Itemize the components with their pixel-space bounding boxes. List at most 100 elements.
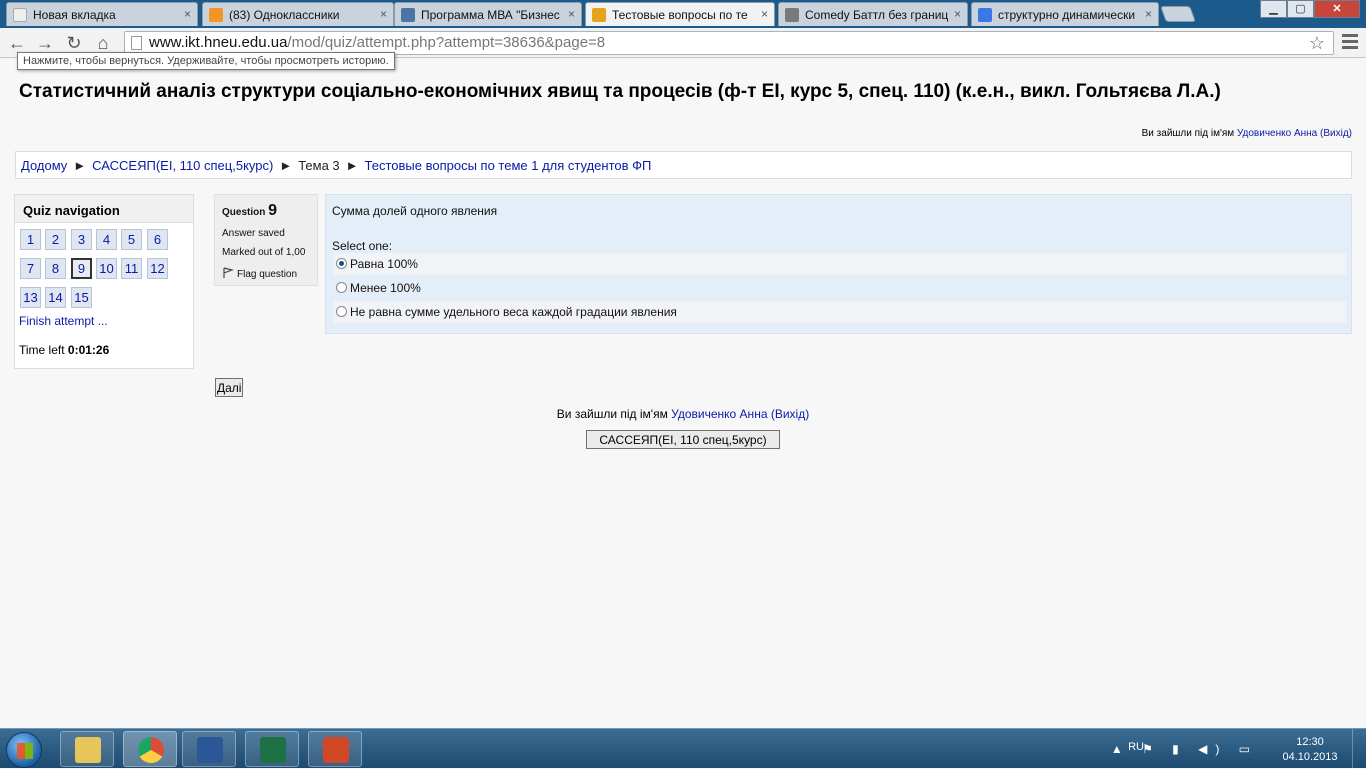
question-button-12[interactable]: 12 [147, 258, 168, 279]
taskbar: RU ▲ ⚑ ▮ ◀) ▭ 12:30 04.10.2013 [0, 728, 1366, 769]
reload-button[interactable]: ↻ [63, 32, 85, 54]
breadcrumb-home[interactable]: Додому [21, 158, 67, 173]
breadcrumb-separator: ► [73, 158, 87, 173]
close-icon[interactable]: × [1145, 7, 1152, 21]
question-button-6[interactable]: 6 [147, 229, 168, 250]
login-info-bottom: Ви зайшли під ім'ям Удовиченко Анна (Вих… [0, 407, 1366, 421]
radio-button[interactable] [336, 258, 347, 269]
logout-link[interactable]: (Вихід) [771, 407, 809, 421]
quiz-navigation-block: Quiz navigation 1 2 3 4 5 6 7 8 9 10 11 … [14, 194, 194, 369]
user-name-link[interactable]: Удовиченко Анна [671, 407, 767, 421]
question-button-7[interactable]: 7 [20, 258, 41, 279]
tray-icons[interactable]: ▲ ⚑ ▮ ◀) ▭ [1111, 742, 1258, 756]
time-left-value: 0:01:26 [67, 343, 110, 357]
question-number-value: 9 [268, 202, 278, 219]
flag-question-button[interactable]: Flag question [222, 267, 317, 280]
minimize-button[interactable]: ▁ [1260, 0, 1287, 18]
close-icon[interactable]: × [184, 7, 191, 21]
login-info-top: Ви зайшли під ім'ям Удовиченко Анна (Вих… [1142, 128, 1352, 139]
clock[interactable]: 12:30 04.10.2013 [1280, 735, 1340, 765]
system-tray: RU ▲ ⚑ ▮ ◀) ▭ 12:30 04.10.2013 [1106, 729, 1366, 769]
flag-icon [223, 267, 235, 278]
question-body: Сумма долей одного явления Select one: Р… [325, 194, 1352, 334]
breadcrumb-quiz[interactable]: Тестовые вопросы по теме 1 для студентов… [365, 158, 652, 173]
question-button-2[interactable]: 2 [45, 229, 66, 250]
folder-icon [75, 737, 101, 763]
home-button[interactable]: ⌂ [92, 32, 114, 54]
tab-label: Новая вкладка [33, 8, 116, 22]
close-icon[interactable]: × [380, 7, 387, 21]
question-button-14[interactable]: 14 [45, 287, 66, 308]
logout-link[interactable]: (Вихід) [1320, 128, 1352, 139]
time-left-label: Time left [19, 343, 65, 357]
breadcrumb: Додому ► САССЕЯП(ЕІ, 110 спец,5курс) ► Тема … [15, 151, 1352, 179]
forward-button[interactable]: → [34, 32, 56, 54]
answer-option-3[interactable]: Не равна сумме удельного веса каждой гра… [334, 301, 1346, 323]
breadcrumb-topic: Тема 3 [298, 158, 340, 173]
tab-quiz[interactable]: Тестовые вопросы по те × [585, 2, 775, 26]
start-button[interactable] [6, 732, 42, 768]
quiz-navigation-title: Quiz navigation [15, 195, 193, 223]
clock-time: 12:30 [1296, 736, 1324, 748]
chrome-icon [138, 737, 164, 763]
question-button-13[interactable]: 13 [20, 287, 41, 308]
back-button[interactable]: ← [6, 32, 28, 54]
clock-date: 04.10.2013 [1282, 751, 1338, 763]
question-button-10[interactable]: 10 [96, 258, 117, 279]
tab-new-tab[interactable]: Новая вкладка × [6, 2, 198, 26]
url-host: www.ikt.hneu.edu.ua [149, 34, 288, 51]
star-icon[interactable]: ☆ [1309, 32, 1325, 54]
flag-question-label: Flag question [237, 269, 298, 280]
question-label: Question [222, 207, 266, 218]
question-number: Question 9 [222, 202, 317, 220]
url-path: /mod/quiz/attempt.php?attempt=38636&page… [287, 34, 606, 51]
question-button-8[interactable]: 8 [45, 258, 66, 279]
vk-icon [401, 8, 415, 22]
tab-mba-program[interactable]: Программа МВА "Бизнес × [394, 2, 582, 26]
tab-label: Тестовые вопросы по те [612, 8, 748, 22]
question-button-5[interactable]: 5 [121, 229, 142, 250]
next-button[interactable]: Далі [215, 378, 244, 397]
taskbar-app-chrome[interactable] [123, 731, 177, 767]
course-button[interactable]: САССЕЯП(ЕІ, 110 спец,5курс) [586, 430, 780, 449]
close-icon[interactable]: × [568, 7, 575, 21]
new-tab-button[interactable] [1160, 6, 1196, 22]
question-text: Сумма долей одного явления [332, 204, 498, 218]
window-close-button[interactable]: ✕ [1314, 0, 1360, 18]
user-name-link[interactable]: Удовиченко Анна [1237, 128, 1317, 139]
login-prefix: Ви зайшли під ім'ям [556, 407, 668, 421]
question-button-15[interactable]: 15 [71, 287, 92, 308]
tab-google-search[interactable]: структурно динамически × [971, 2, 1159, 26]
question-button-11[interactable]: 11 [121, 258, 142, 279]
page-icon [131, 36, 142, 50]
question-button-1[interactable]: 1 [20, 229, 41, 250]
radio-button[interactable] [336, 306, 347, 317]
answer-option-2[interactable]: Менее 100% [334, 277, 1346, 299]
answer-option-label: Равна 100% [350, 257, 418, 271]
radio-button[interactable] [336, 282, 347, 293]
question-info: Question 9 Answer saved Marked out of 1,… [214, 194, 318, 286]
tab-label: Comedy Баттл без границ [805, 8, 949, 22]
question-button-4[interactable]: 4 [96, 229, 117, 250]
tab-odnoklassniki[interactable]: (83) Одноклассники × [202, 2, 394, 26]
taskbar-app-excel[interactable] [245, 731, 299, 767]
question-marks: Marked out of 1,00 [222, 247, 306, 258]
question-button-9[interactable]: 9 [71, 258, 92, 279]
page-title: Статистичний аналіз структури соціально-… [19, 81, 1221, 102]
tab-comedy-battle[interactable]: Comedy Баттл без границ × [778, 2, 968, 26]
show-desktop-button[interactable] [1352, 729, 1366, 769]
finish-attempt-link[interactable]: Finish attempt ... [19, 314, 108, 328]
answer-option-1[interactable]: Равна 100% [334, 253, 1346, 275]
question-button-3[interactable]: 3 [71, 229, 92, 250]
breadcrumb-course[interactable]: САССЕЯП(ЕІ, 110 спец,5курс) [92, 158, 273, 173]
taskbar-app-word[interactable] [182, 731, 236, 767]
taskbar-app-powerpoint[interactable] [308, 731, 362, 767]
answer-option-label: Не равна сумме удельного веса каждой гра… [350, 305, 677, 319]
menu-icon[interactable] [1342, 34, 1358, 50]
maximize-button[interactable]: ▢ [1287, 0, 1314, 18]
taskbar-app-explorer[interactable] [60, 731, 114, 767]
excel-icon [260, 737, 286, 763]
close-icon[interactable]: × [761, 7, 768, 21]
close-icon[interactable]: × [954, 7, 961, 21]
window-controls: ▁ ▢ ✕ [1260, 0, 1360, 20]
